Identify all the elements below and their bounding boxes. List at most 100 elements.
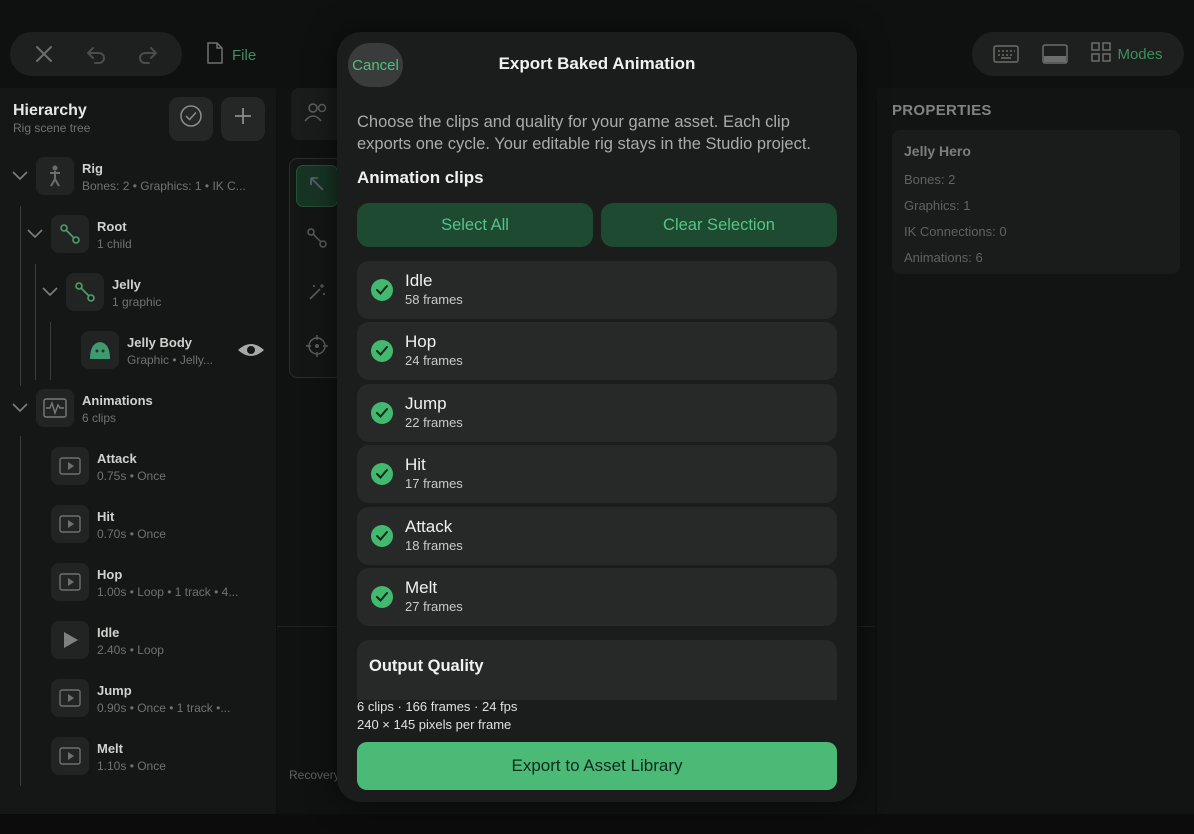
edit-controls: [10, 32, 182, 76]
view-controls: Modes: [972, 32, 1184, 76]
properties-panel: PROPERTIES Jelly Hero Bones: 2 Graphics:…: [877, 88, 1194, 814]
clip-name: Melt: [405, 578, 438, 597]
bone-icon: [306, 227, 328, 254]
node-meta: 1.10s • Once: [97, 759, 166, 773]
property-line: Graphics: 1: [904, 198, 971, 213]
node-name: Root: [97, 219, 127, 234]
chevron-down-icon[interactable]: [11, 167, 29, 185]
node-name: Jump: [97, 683, 132, 698]
jelly-sprite-icon: [81, 331, 119, 369]
export-to-asset-library-button[interactable]: Export to Asset Library: [357, 742, 837, 790]
node-name: Animations: [82, 393, 153, 408]
tree-row-clip-hop[interactable]: Hop 1.00s • Loop • 1 track • 4...: [0, 554, 276, 610]
clip-row-jump[interactable]: Jump 22 frames: [357, 384, 837, 442]
people-button[interactable]: [291, 88, 343, 140]
node-meta: 1 graphic: [112, 295, 162, 309]
node-meta: 6 clips: [82, 411, 117, 425]
export-stats-resolution: 240 × 145 pixels per frame: [357, 717, 512, 732]
file-label: File: [232, 46, 257, 64]
magic-tool[interactable]: [296, 273, 338, 315]
clip-frames: 27 frames: [405, 599, 463, 614]
bone-icon: [51, 215, 89, 253]
tree-row-clip-hit[interactable]: Hit 0.70s • Once: [0, 496, 276, 552]
tree-row-jelly[interactable]: Jelly 1 graphic: [0, 264, 276, 320]
clip-frames: 18 frames: [405, 538, 463, 553]
chevron-down-icon[interactable]: [11, 399, 29, 417]
undo-icon[interactable]: [83, 41, 109, 67]
node-name: Rig: [82, 161, 103, 176]
checkmark-icon[interactable]: [371, 525, 393, 547]
modes-button[interactable]: Modes: [1091, 42, 1162, 66]
file-menu-button[interactable]: File: [206, 42, 256, 68]
node-meta: 0.70s • Once: [97, 527, 166, 541]
node-name: Attack: [97, 451, 137, 466]
tree-row-animations[interactable]: Animations 6 clips: [0, 380, 276, 436]
dialog-description: Choose the clips and quality for your ga…: [357, 113, 812, 153]
clip-row-idle[interactable]: Idle 58 frames: [357, 261, 837, 319]
node-meta: Graphic • Jelly...: [127, 353, 214, 367]
tool-strip: [289, 158, 343, 378]
waveform-icon: [36, 389, 74, 427]
play-filled-icon: [51, 621, 89, 659]
tree-row-clip-jump[interactable]: Jump 0.90s • Once • 1 track •...: [0, 670, 276, 726]
select-tool[interactable]: [296, 165, 338, 207]
document-icon: [206, 42, 224, 68]
add-node-button[interactable]: [221, 97, 265, 141]
clip-name: Hit: [405, 455, 426, 474]
app-root: File Modes Hierarchy Rig scene tree Rig …: [0, 0, 1194, 834]
tree-row-clip-attack[interactable]: Attack 0.75s • Once: [0, 438, 276, 494]
node-meta: 2.40s • Loop: [97, 643, 164, 657]
node-name: Melt: [97, 741, 123, 756]
chevron-down-icon[interactable]: [26, 225, 44, 243]
checkmark-icon[interactable]: [371, 279, 393, 301]
checkmark-circle-icon: [179, 104, 203, 134]
bone-tool[interactable]: [296, 219, 338, 261]
checkmark-icon[interactable]: [371, 340, 393, 362]
tree-row-clip-melt[interactable]: Melt 1.10s • Once: [0, 728, 276, 784]
select-all-button[interactable]: Select All: [357, 203, 593, 247]
tree-row-jelly-body[interactable]: Jelly Body Graphic • Jelly...: [0, 322, 276, 378]
property-line: IK Connections: 0: [904, 224, 1007, 239]
panel-toggle-icon[interactable]: [1042, 41, 1069, 67]
node-meta: 0.75s • Once: [97, 469, 166, 483]
hierarchy-title: Hierarchy: [13, 102, 87, 119]
play-icon: [51, 737, 89, 775]
chevron-down-icon[interactable]: [41, 283, 59, 301]
clip-row-hit[interactable]: Hit 17 frames: [357, 445, 837, 503]
clip-row-hop[interactable]: Hop 24 frames: [357, 322, 837, 380]
property-line: Animations: 6: [904, 250, 983, 265]
clip-frames: 22 frames: [405, 415, 463, 430]
checkmark-icon[interactable]: [371, 463, 393, 485]
modes-label: Modes: [1117, 45, 1163, 63]
clip-frames: 58 frames: [405, 292, 463, 307]
export-baked-animation-dialog: Cancel Export Baked Animation Choose the…: [337, 32, 857, 802]
magic-wand-icon: [306, 281, 328, 308]
node-name: Hit: [97, 509, 115, 524]
redo-icon[interactable]: [135, 41, 161, 67]
clip-frames: 24 frames: [405, 353, 463, 368]
clear-selection-button[interactable]: Clear Selection: [601, 203, 837, 247]
properties-title: PROPERTIES: [892, 102, 992, 119]
tree-row-clip-idle[interactable]: Idle 2.40s • Loop: [0, 612, 276, 668]
output-quality-section[interactable]: Output Quality: [357, 640, 837, 700]
tree-row-rig[interactable]: Rig Bones: 2 • Graphics: 1 • IK C...: [0, 148, 276, 204]
eye-icon[interactable]: [236, 340, 266, 365]
people-icon: [303, 101, 331, 128]
keyboard-icon[interactable]: [993, 41, 1020, 67]
plus-icon: [233, 106, 253, 132]
target-tool[interactable]: [296, 327, 338, 369]
close-icon[interactable]: [31, 41, 57, 67]
checkmark-icon[interactable]: [371, 586, 393, 608]
checkmark-icon[interactable]: [371, 402, 393, 424]
dialog-title: Export Baked Animation: [498, 54, 696, 73]
animation-clips-heading: Animation clips: [357, 168, 484, 187]
tree-row-root[interactable]: Root 1 child: [0, 206, 276, 262]
hierarchy-subtitle: Rig scene tree: [13, 121, 91, 135]
clip-row-attack[interactable]: Attack 18 frames: [357, 507, 837, 565]
property-line: Bones: 2: [904, 172, 956, 187]
node-name: Jelly: [112, 277, 141, 292]
output-quality-heading: Output Quality: [369, 657, 484, 675]
select-mode-button[interactable]: [169, 97, 213, 141]
clip-name: Attack: [405, 517, 453, 536]
clip-row-melt[interactable]: Melt 27 frames: [357, 568, 837, 626]
